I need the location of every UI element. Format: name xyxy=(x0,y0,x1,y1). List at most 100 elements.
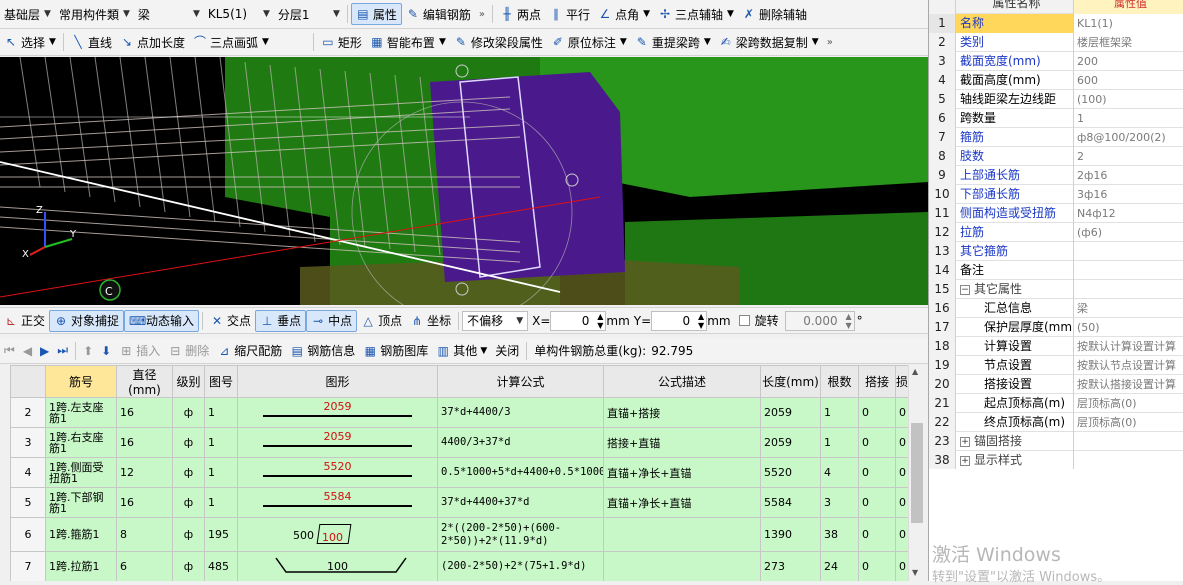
cell-name[interactable]: 1跨.右支座筋1 xyxy=(45,427,117,458)
rotate-checkbox[interactable] xyxy=(738,315,750,326)
rebar-info-button[interactable]: ▤ 钢筋信息 xyxy=(286,340,359,362)
property-value[interactable] xyxy=(1074,451,1183,470)
cell-formula[interactable]: 4400/3+37*d xyxy=(437,427,604,458)
cell-figure[interactable]: 1 xyxy=(204,397,238,428)
rotate-input[interactable]: 0.000 ▲ ▼ xyxy=(784,310,855,331)
scroll-up-icon[interactable]: ▲ xyxy=(912,367,918,376)
modify-span-button[interactable]: ✎ 修改梁段属性 xyxy=(450,31,547,53)
cell-grade[interactable]: ф xyxy=(172,487,205,518)
object-snap-toggle[interactable]: ⊕ 对象捕捉 xyxy=(49,309,125,332)
expand-icon[interactable]: + xyxy=(960,455,970,466)
property-row[interactable]: 10 下部通长筋 3ф16 xyxy=(929,185,1183,204)
move-down-button[interactable]: ⬇ xyxy=(97,340,115,362)
overflow-icon[interactable]: » xyxy=(823,31,837,53)
cell-count[interactable]: 24 xyxy=(820,551,859,581)
intersection-toggle[interactable]: ✕ 交点 xyxy=(206,310,255,332)
col-header[interactable]: 损 xyxy=(895,365,908,398)
property-row[interactable]: 8 肢数 2 xyxy=(929,147,1183,166)
cell-diameter[interactable]: 6 xyxy=(116,551,173,581)
cell-name[interactable]: 1跨.侧面受扭筋1 xyxy=(45,457,117,488)
cell-name[interactable]: 1跨.左支座筋1 xyxy=(45,397,117,428)
cell-lap[interactable]: 0 xyxy=(858,427,896,458)
cell-figure[interactable]: 485 xyxy=(204,551,238,581)
table-row[interactable]: 6 1跨.箍筋1 8 ф 195 500 100 2*((200-2*50)+(6… xyxy=(10,517,908,552)
cell-name[interactable]: 1跨.下部钢筋1 xyxy=(45,487,117,518)
cell-loss[interactable]: 0 xyxy=(895,551,908,581)
cell-figure[interactable]: 1 xyxy=(204,487,238,518)
table-row[interactable]: 7 1跨.拉筋1 6 ф 485 100 (200-2*50)+2*(75+1.… xyxy=(10,551,908,581)
property-value[interactable]: 按默认计算设置计算 xyxy=(1074,337,1183,356)
cell-length[interactable]: 2059 xyxy=(760,427,821,458)
cell-grade[interactable]: ф xyxy=(172,457,205,488)
property-value[interactable]: 1 xyxy=(1074,109,1183,128)
cell-figure[interactable]: 1 xyxy=(204,457,238,488)
cell-diameter[interactable]: 16 xyxy=(116,427,173,458)
property-row[interactable]: 4 截面高度(mm) 600 xyxy=(929,71,1183,90)
property-row[interactable]: 6 跨数量 1 xyxy=(929,109,1183,128)
delete-button[interactable]: ⊟ 删除 xyxy=(164,340,213,362)
spinner-icon[interactable]: ▲ ▼ xyxy=(845,312,851,330)
cell-lap[interactable]: 0 xyxy=(858,487,896,518)
3d-viewport[interactable]: Z Y X C xyxy=(0,57,928,305)
perpendicular-toggle[interactable]: ⊥ 垂点 xyxy=(255,309,307,332)
cell-length[interactable]: 273 xyxy=(760,551,821,581)
y-input[interactable]: 0 ▲ ▼ xyxy=(651,310,708,331)
col-header[interactable]: 图形 xyxy=(237,365,438,398)
col-header[interactable]: 搭接 xyxy=(858,365,896,398)
property-value[interactable]: 600 xyxy=(1074,71,1183,90)
point-angle-button[interactable]: ∠ 点角 ▼ xyxy=(594,3,654,25)
cell-formula[interactable]: 0.5*1000+5*d+4400+0.5*1000+5*d xyxy=(437,457,604,488)
parallel-button[interactable]: ∥ 平行 xyxy=(545,3,594,25)
property-row[interactable]: 14 备注 xyxy=(929,261,1183,280)
property-row[interactable]: 12 拉筋 (ф6) xyxy=(929,223,1183,242)
midpoint-toggle[interactable]: ⊸ 中点 xyxy=(306,309,358,332)
delete-aux-button[interactable]: ✗ 删除辅轴 xyxy=(738,3,811,25)
property-row[interactable]: 16 汇总信息 梁 xyxy=(929,299,1183,318)
property-value[interactable] xyxy=(1074,432,1183,451)
cell-formula[interactable]: 37*d+4400+37*d xyxy=(437,487,604,518)
cell-grade[interactable]: ф xyxy=(172,397,205,428)
line-button[interactable]: ╲ 直线 xyxy=(67,31,116,53)
collapse-icon[interactable]: − xyxy=(960,284,970,295)
property-value[interactable]: 楼层框架梁 xyxy=(1074,33,1183,52)
three-point-arc-button[interactable]: ⌒ 三点画弧 ▼ xyxy=(189,31,273,53)
table-row[interactable]: 2 1跨.左支座筋1 16 ф 1 2059 37*d+4400/3 直锚+搭接… xyxy=(10,397,908,428)
property-row[interactable]: 9 上部通长筋 2ф16 xyxy=(929,166,1183,185)
property-value[interactable]: 按默认节点设置计算 xyxy=(1074,356,1183,375)
property-value[interactable]: 3ф16 xyxy=(1074,185,1183,204)
property-value[interactable]: N4ф12 xyxy=(1074,204,1183,223)
scale-rebar-button[interactable]: ⊿ 缩尺配筋 xyxy=(213,340,286,362)
col-header[interactable]: 图号 xyxy=(204,365,238,398)
cell-loss[interactable]: 0 xyxy=(895,457,908,488)
insert-button[interactable]: ⊞ 插入 xyxy=(115,340,164,362)
component-type-select[interactable]: 常用构件類 ▼ xyxy=(55,3,134,25)
cell-name[interactable]: 1跨.拉筋1 xyxy=(45,551,117,581)
cell-length[interactable]: 1390 xyxy=(760,517,821,552)
cell-loss[interactable]: 0 xyxy=(895,427,908,458)
element-select[interactable]: 梁 ▼ xyxy=(134,3,204,25)
col-header[interactable]: 计算公式 xyxy=(437,365,604,398)
table-row[interactable]: 3 1跨.右支座筋1 16 ф 1 2059 4400/3+37*d 搭接+直锚… xyxy=(10,427,908,458)
col-header[interactable]: 根数 xyxy=(820,365,859,398)
cell-diameter[interactable]: 16 xyxy=(116,397,173,428)
vertex-toggle[interactable]: △ 顶点 xyxy=(357,310,406,332)
property-row[interactable]: 20 搭接设置 按默认搭接设置计算 xyxy=(929,375,1183,394)
property-row[interactable]: 11 侧面构造或受扭筋 N4ф12 xyxy=(929,204,1183,223)
cell-loss[interactable]: 0 xyxy=(895,487,908,518)
expand-icon[interactable]: + xyxy=(960,436,970,447)
property-row[interactable]: 22 终点顶标高(m) 层顶标高(0) xyxy=(929,413,1183,432)
property-row[interactable]: 21 起点顶标高(m) 层顶标高(0) xyxy=(929,394,1183,413)
table-scrollbar[interactable]: ▲ ▼ xyxy=(908,365,924,581)
property-value[interactable]: (ф6) xyxy=(1074,223,1183,242)
cell-desc[interactable]: 直锚+搭接 xyxy=(603,397,761,428)
member-select[interactable]: KL5(1) ▼ xyxy=(204,3,274,25)
cell-grade[interactable]: ф xyxy=(172,551,205,581)
cell-figure[interactable]: 1 xyxy=(204,427,238,458)
point-length-button[interactable]: ↘ 点加长度 xyxy=(116,31,189,53)
cell-diameter[interactable]: 12 xyxy=(116,457,173,488)
cell-lap[interactable]: 0 xyxy=(858,517,896,552)
x-input[interactable]: 0 ▲ ▼ xyxy=(550,310,607,331)
properties-button[interactable]: ▤ 属性 xyxy=(350,3,402,25)
offset-select[interactable]: 不偏移 ▼ xyxy=(462,310,529,331)
cell-grade[interactable]: ф xyxy=(172,427,205,458)
